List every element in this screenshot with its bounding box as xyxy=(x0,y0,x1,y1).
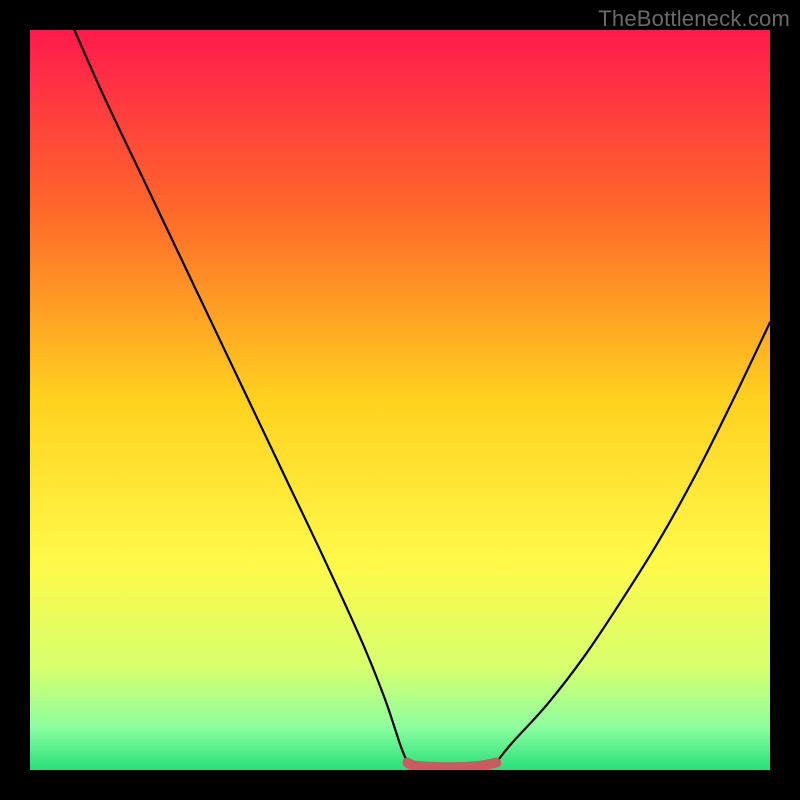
plot-area xyxy=(30,30,770,770)
chart-svg xyxy=(30,30,770,770)
watermark-text: TheBottleneck.com xyxy=(598,6,790,32)
base-marker xyxy=(407,763,496,768)
gradient-background xyxy=(30,30,770,770)
chart-frame: TheBottleneck.com xyxy=(0,0,800,800)
